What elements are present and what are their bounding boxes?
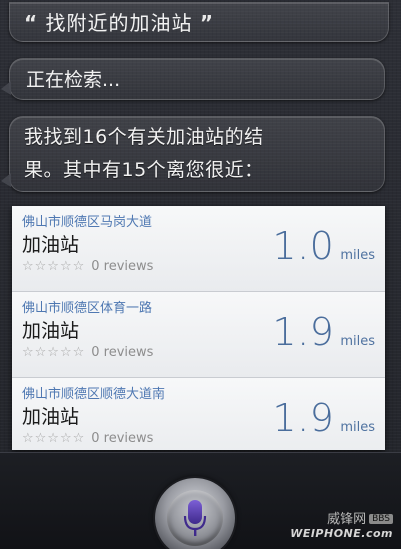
open-quote-mark: “ (24, 11, 39, 35)
siri-mic-button[interactable] (155, 478, 235, 549)
distance-value: 1.0 (272, 224, 335, 268)
watermark-tag: BBS (369, 513, 393, 524)
user-query-text: 找附近的加油站 (45, 11, 193, 35)
rating-stars-icon: ☆☆☆☆☆ (22, 431, 86, 446)
bubble-tail-icon (1, 81, 11, 95)
rating-stars-icon: ☆☆☆☆☆ (22, 259, 86, 274)
distance-value: 1.9 (272, 310, 335, 354)
siri-status-bubble: 正在检索... (1, 58, 385, 100)
distance-unit: miles (340, 420, 375, 435)
siri-answer-bubble: 我找到16个有关加油站的结 果。其中有15个离您很近： (1, 116, 385, 192)
result-item[interactable]: 佛山市顺德区顺德大道南 加油站 ☆☆☆☆☆ 0 reviews 1.9 miles (12, 378, 385, 450)
result-review-count: 0 reviews (91, 431, 154, 446)
result-item[interactable]: 佛山市顺德区体育一路 加油站 ☆☆☆☆☆ 0 reviews 1.9 miles (12, 292, 385, 378)
watermark-logo: 威锋网 BBS WEIPHONE.com (290, 508, 393, 540)
mic-button-face[interactable] (167, 490, 223, 546)
siri-answer-line-1: 我找到16个有关加油站的结 (24, 126, 264, 148)
siri-answer-line-2: 果。其中有15个离您很近： (24, 159, 264, 181)
result-distance: 1.9 miles (272, 396, 375, 440)
result-item[interactable]: 佛山市顺德区马岗大道 加油站 ☆☆☆☆☆ 0 reviews 1.0 miles (12, 206, 385, 292)
microphone-icon (183, 500, 207, 536)
watermark-en: WEIPHONE.com (290, 527, 393, 540)
bubble-tail-icon (1, 173, 11, 187)
distance-unit: miles (340, 334, 375, 349)
result-review-count: 0 reviews (91, 259, 154, 274)
close-quote-mark: ” (199, 11, 215, 35)
distance-value: 1.9 (272, 396, 335, 440)
distance-unit: miles (340, 248, 375, 263)
rating-stars-icon: ☆☆☆☆☆ (22, 345, 86, 360)
result-distance: 1.9 miles (272, 310, 375, 354)
results-list: 佛山市顺德区马岗大道 加油站 ☆☆☆☆☆ 0 reviews 1.0 miles 佛… (12, 206, 385, 450)
result-distance: 1.0 miles (272, 224, 375, 268)
result-review-count: 0 reviews (91, 345, 154, 360)
user-query-bubble: “ 找附近的加油站 ” (9, 2, 389, 42)
siri-status-text: 正在检索... (26, 69, 121, 91)
watermark-cn: 威锋网 (327, 512, 367, 527)
